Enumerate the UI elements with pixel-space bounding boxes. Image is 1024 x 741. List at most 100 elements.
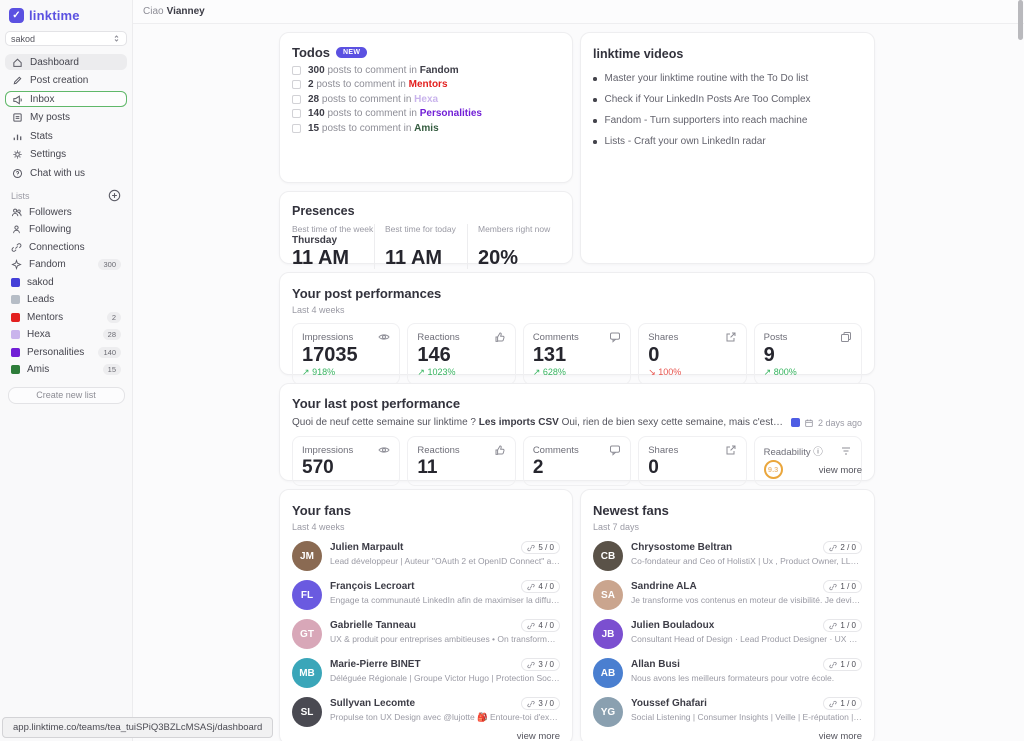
todo-checkbox[interactable] — [292, 109, 301, 118]
linkedin-post-icon[interactable] — [790, 418, 800, 427]
sidebar-item-followers[interactable]: Followers — [5, 205, 127, 220]
link-icon — [829, 661, 838, 669]
todo-list-link[interactable]: Fandom — [420, 65, 459, 76]
fan-name[interactable]: Julien Marpault — [330, 542, 403, 553]
fan-name[interactable]: Sullyvan Lecomte — [330, 698, 415, 709]
fan-name[interactable]: Marie-Pierre BINET — [330, 659, 421, 670]
stat-label: Comments — [532, 444, 579, 456]
best-time: 11 AM — [292, 247, 350, 269]
sparkle-icon — [11, 259, 22, 270]
video-link[interactable]: Fandom - Turn supporters into reach mach… — [593, 116, 862, 126]
todo-list-link[interactable]: Amis — [414, 123, 438, 134]
fan-row[interactable]: JB Julien Bouladoux 1 / 0 Consultant Hea… — [593, 619, 862, 649]
fan-row[interactable]: GT Gabrielle Tanneau 4 / 0 UX & produit … — [292, 619, 560, 649]
sidebar-item-connections[interactable]: Connections — [5, 240, 127, 255]
scrollbar-thumb[interactable] — [1018, 0, 1023, 40]
stat-label: Reactions — [417, 444, 460, 456]
fan-description: UX & produit pour entreprises ambitieuse… — [330, 634, 560, 644]
sidebar-item-inbox[interactable]: Inbox — [5, 91, 127, 107]
workspace-select[interactable]: sakod — [5, 31, 127, 46]
sidebar-item-post-creation[interactable]: Post creation — [5, 73, 127, 89]
avatar: GT — [292, 619, 322, 649]
sidebar-item-mentors[interactable]: Mentors 2 — [5, 310, 127, 325]
sidebar-item-sakod[interactable]: sakod — [5, 275, 127, 290]
list-color-dot — [11, 312, 20, 322]
view-more-link[interactable]: view more — [517, 731, 560, 741]
post-performances-card: Your post performances Last 4 weeks Impr… — [279, 272, 875, 385]
eye-icon — [378, 331, 391, 343]
info-icon[interactable]: ⓘ — [813, 447, 823, 458]
fan-row[interactable]: YG Youssef Ghafari 1 / 0 Social Listenin… — [593, 697, 862, 727]
view-more-link[interactable]: view more — [819, 465, 862, 476]
fan-description: Consultant Head of Design · Lead Product… — [631, 634, 862, 644]
fan-row[interactable]: SL Sullyvan Lecomte 3 / 0 Propulse ton U… — [292, 697, 560, 727]
create-new-list-button[interactable]: Create new list — [7, 387, 125, 404]
link-icon — [829, 700, 838, 708]
sidebar-item-personalities[interactable]: Personalities 140 — [5, 345, 127, 360]
fan-name[interactable]: Allan Busi — [631, 659, 680, 670]
list-color-dot — [11, 347, 20, 357]
view-more-link[interactable]: view more — [819, 731, 862, 741]
fan-name[interactable]: Youssef Ghafari — [631, 698, 707, 709]
fan-name[interactable]: Gabrielle Tanneau — [330, 620, 416, 631]
sidebar-item-chat[interactable]: Chat with us — [5, 165, 127, 181]
fan-row[interactable]: MB Marie-Pierre BINET 3 / 0 Déléguée Rég… — [292, 658, 560, 688]
pencil-icon — [12, 75, 23, 86]
sidebar-item-dashboard[interactable]: Dashboard — [5, 54, 127, 70]
list-color-dot — [11, 277, 20, 287]
sidebar-item-amis[interactable]: Amis 15 — [5, 362, 127, 377]
brand-logo[interactable]: ✓ linktime — [5, 6, 127, 31]
stat-comments: Comments 131 ↗ 628% — [522, 323, 632, 385]
todo-list-link[interactable]: Hexa — [414, 94, 438, 105]
todo-checkbox[interactable] — [292, 94, 301, 104]
fan-description: Nous avons les meilleurs formateurs pour… — [631, 673, 835, 683]
todo-item: 28 posts to comment in Hexa — [292, 94, 560, 105]
fan-score-badge: 1 / 0 — [823, 697, 862, 710]
sidebar-item-label: Post creation — [30, 75, 89, 86]
best-time-week: Best time of the week Thursday 11 AM — [292, 224, 374, 269]
videos-title: linktime videos — [593, 47, 684, 61]
avatar: SL — [292, 697, 322, 727]
todo-text: posts to comment in — [321, 122, 412, 134]
fan-name[interactable]: François Lecroart — [330, 581, 414, 592]
video-link[interactable]: Lists - Craft your own LinkedIn radar — [593, 137, 862, 147]
lists-header: Lists — [11, 189, 121, 202]
todo-list-link[interactable]: Mentors — [409, 79, 448, 90]
sidebar-item-label: Chat with us — [30, 167, 86, 179]
fan-row[interactable]: AB Allan Busi 1 / 0 Nous avons les meill… — [593, 658, 862, 688]
video-link[interactable]: Check if Your LinkedIn Posts Are Too Com… — [593, 95, 862, 105]
fan-row[interactable]: SA Sandrine ALA 1 / 0 Je transforme vos … — [593, 580, 862, 610]
avatar: JM — [292, 541, 322, 571]
add-list-button[interactable] — [108, 189, 121, 202]
new-badge: NEW — [336, 47, 368, 58]
todo-checkbox[interactable] — [292, 80, 301, 89]
stat-reactions: Reactions 146 ↗ 1023% — [407, 323, 516, 385]
fan-name[interactable]: Julien Bouladoux — [631, 620, 714, 631]
fan-name[interactable]: Sandrine ALA — [631, 581, 697, 592]
todo-checkbox[interactable] — [292, 65, 301, 75]
sidebar-item-leads[interactable]: Leads — [5, 292, 127, 307]
sidebar-item-fandom[interactable]: Fandom 300 — [5, 257, 127, 272]
post-meta: 2 days ago — [790, 418, 862, 428]
fan-row[interactable]: CB Chrysostome Beltran 2 / 0 Co-fondateu… — [593, 541, 862, 571]
comment-icon — [609, 331, 621, 343]
fan-row[interactable]: FL François Lecroart 4 / 0 Engage ta com… — [292, 580, 560, 610]
stat-label: Posts — [763, 331, 788, 343]
fan-name[interactable]: Chrysostome Beltran — [631, 542, 732, 553]
sidebar-item-stats[interactable]: Stats — [5, 128, 127, 144]
sidebar-item-hexa[interactable]: Hexa 28 — [5, 327, 127, 342]
fan-row[interactable]: JM Julien Marpault 5 / 0 Lead développeu… — [292, 541, 560, 571]
todo-list-link[interactable]: Personalities — [420, 108, 482, 119]
fan-description: Lead développeur | Auteur "OAuth 2 et Op… — [330, 556, 560, 566]
linktime-dashboard: ✓ linktime sakod Dashboard Post creation… — [0, 0, 1024, 741]
sidebar-item-label: Amis — [27, 364, 50, 375]
fan-score-badge: 2 / 0 — [823, 541, 862, 554]
video-link[interactable]: Master your linktime routine with the To… — [593, 74, 862, 84]
sidebar-item-my-posts[interactable]: My posts — [5, 110, 127, 126]
todo-checkbox[interactable] — [292, 123, 301, 133]
todo-item: 140 posts to comment in Personalities — [292, 108, 560, 119]
post-excerpt[interactable]: Quoi de neuf cette semaine sur linktime … — [292, 417, 785, 428]
sidebar-item-following[interactable]: Following — [5, 222, 127, 237]
sidebar-item-label: Inbox — [30, 93, 55, 105]
sidebar-item-settings[interactable]: Settings — [5, 147, 127, 163]
